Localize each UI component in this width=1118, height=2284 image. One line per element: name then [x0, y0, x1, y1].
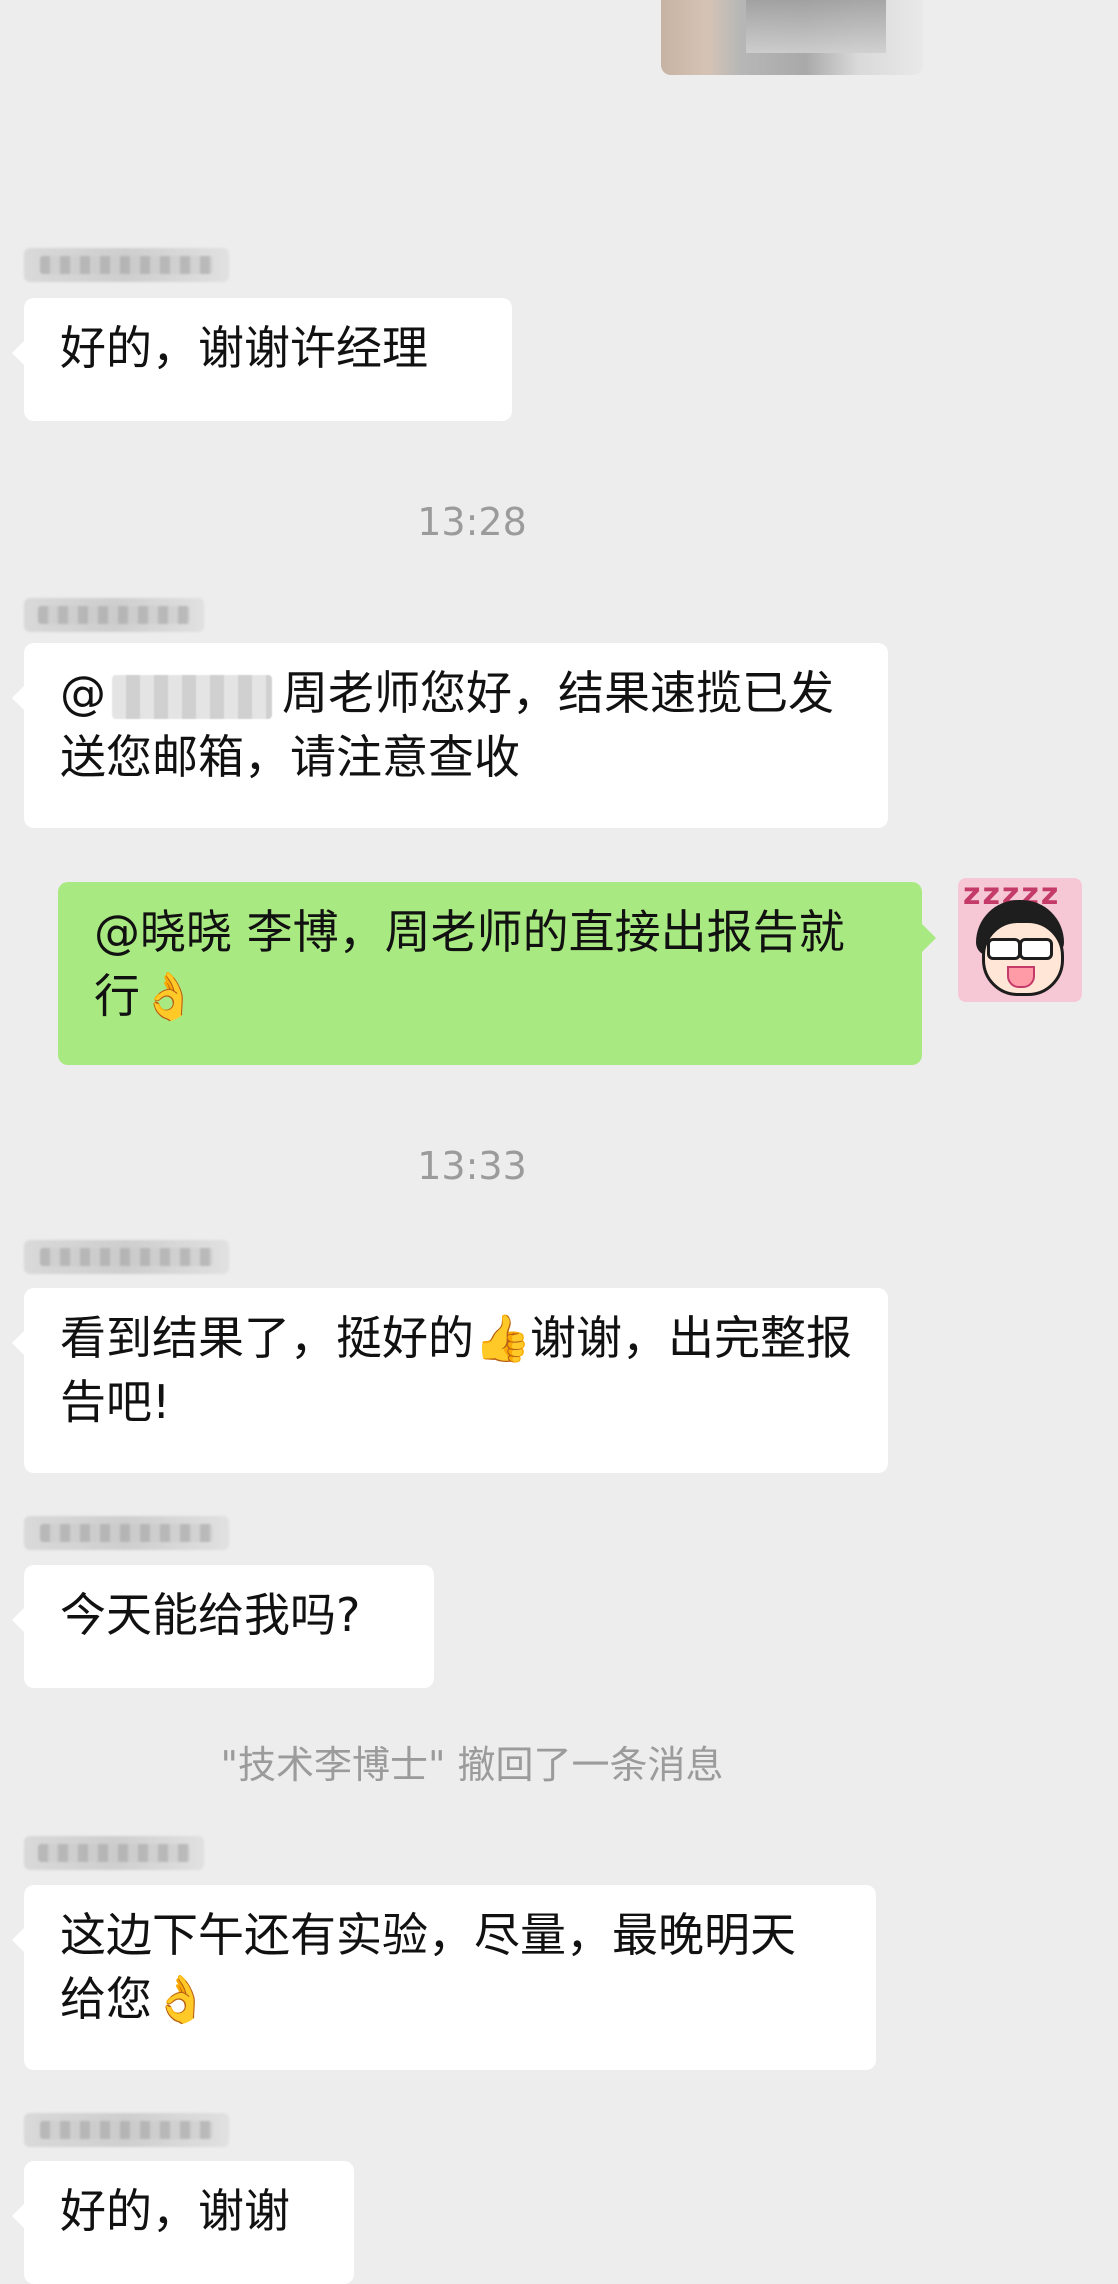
shared-image-content [746, 0, 886, 53]
message-text: 好的，谢谢许经理 [60, 321, 428, 375]
incoming-message-bubble[interactable]: 好的，谢谢 [12, 2161, 354, 2284]
mention-target-blurred [112, 674, 272, 719]
recall-notice: "技术李博士" 撤回了一条消息 [220, 1743, 724, 1787]
sender-name-blurred [24, 248, 229, 282]
outgoing-message-bubble[interactable]: @晓晓 李博，周老师的直接出报告就行👌 [58, 882, 936, 1065]
sender-name-blurred [24, 598, 204, 632]
incoming-message-bubble[interactable]: 看到结果了，挺好的👍谢谢，出完整报告吧! [12, 1288, 888, 1473]
message-text: 今天能给我吗? [60, 1588, 361, 1642]
avatar-mouth [1007, 966, 1035, 988]
message-timestamp: 13:28 [417, 500, 527, 544]
chat-window: 好的，谢谢许经理 13:28 @ 周老师您好，结果速揽已发送您邮箱，请注意查收 @… [0, 0, 1118, 2284]
incoming-message-bubble[interactable]: 好的，谢谢许经理 [12, 298, 512, 421]
incoming-message-bubble[interactable]: 这边下午还有实验，尽量，最晚明天给您👌 [12, 1885, 876, 2070]
incoming-message-bubble[interactable]: @ 周老师您好，结果速揽已发送您邮箱，请注意查收 [12, 643, 888, 828]
ok-hand-emoji-icon: 👌 [140, 969, 198, 1023]
message-text: 好的，谢谢 [60, 2184, 290, 2238]
mention-prefix: @ [60, 666, 106, 720]
thumbs-up-emoji-icon: 👍 [474, 1311, 532, 1365]
sender-name-blurred [24, 1516, 229, 1550]
sender-name-blurred [24, 1836, 204, 1870]
ok-hand-emoji-icon: 👌 [152, 1972, 210, 2026]
sender-name-blurred [24, 1240, 229, 1274]
shared-image-thumbnail[interactable] [661, 0, 923, 75]
avatar-glasses [987, 938, 1053, 960]
message-text: @晓晓 李博，周老师的直接出报告就行 [94, 905, 845, 1023]
sender-name-blurred [24, 2113, 229, 2147]
user-avatar[interactable]: zzzzz [958, 878, 1082, 1002]
message-text-before-emoji: 看到结果了，挺好的 [60, 1311, 474, 1365]
incoming-message-bubble[interactable]: 今天能给我吗? [12, 1565, 434, 1688]
message-timestamp: 13:33 [417, 1144, 527, 1188]
